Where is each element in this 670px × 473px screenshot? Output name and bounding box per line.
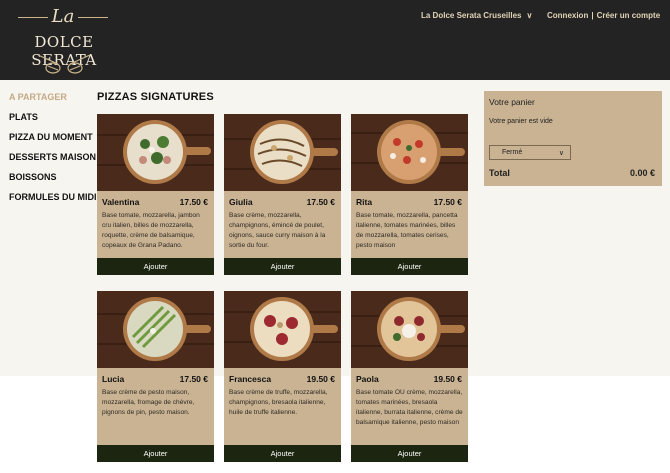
product-price: 17.50 € bbox=[433, 197, 462, 207]
sidebar-item-desserts[interactable]: DESSERTS MAISON bbox=[9, 152, 97, 163]
product-description: Base crème de pesto maison, mozzarella, … bbox=[102, 389, 195, 416]
product-price: 19.50 € bbox=[306, 374, 335, 384]
store-status-select[interactable]: Fermé ∨ bbox=[489, 145, 571, 160]
product-photo bbox=[224, 114, 341, 191]
total-value: 0.00 € bbox=[629, 168, 655, 178]
sidebar-item-pizza-du-moment[interactable]: PIZZA DU MOMENT bbox=[9, 132, 97, 143]
total-label: Total bbox=[489, 168, 510, 178]
logo-lines bbox=[18, 17, 108, 19]
product-card: Lucia 17.50 € Base crème de pesto maison… bbox=[97, 291, 214, 462]
pizza-peel-icon bbox=[37, 54, 91, 74]
account-links: Connexion | Créer un compte bbox=[547, 11, 660, 20]
sidebar-item-formules[interactable]: FORMULES DU MIDI bbox=[9, 192, 97, 203]
product-photo bbox=[224, 291, 341, 368]
product-name: Rita bbox=[356, 197, 373, 207]
add-button[interactable]: Ajouter bbox=[351, 258, 468, 275]
sidebar-item-plats[interactable]: PLATS bbox=[9, 112, 97, 123]
site-header: La DOLCE SERATA La Dolce Serata Cruseill… bbox=[0, 0, 670, 80]
product-description: Base tomate, mozzarella, jambon cru ital… bbox=[102, 212, 200, 249]
product-card: Valentina 17.50 € Base tomate, mozzarell… bbox=[97, 114, 214, 275]
product-price: 17.50 € bbox=[179, 374, 208, 384]
product-price: 17.50 € bbox=[306, 197, 335, 207]
add-button[interactable]: Ajouter bbox=[224, 445, 341, 462]
product-card: Giulia 17.50 € Base crème, mozzarella, c… bbox=[224, 114, 341, 275]
product-card: Paola 19.50 € Base tomate OU crème, mozz… bbox=[351, 291, 468, 462]
cart-empty-message: Votre panier est vide bbox=[489, 118, 553, 125]
product-name: Lucia bbox=[102, 374, 125, 384]
product-name: Giulia bbox=[229, 197, 253, 207]
add-button[interactable]: Ajouter bbox=[97, 445, 214, 462]
product-photo bbox=[97, 114, 214, 191]
store-label: La Dolce Serata Cruseilles bbox=[421, 11, 522, 20]
chevron-down-icon: ∨ bbox=[526, 11, 533, 20]
sidebar-item-boissons[interactable]: BOISSONS bbox=[9, 172, 97, 183]
product-card: Rita 17.50 € Base tomate, mozzarella, pa… bbox=[351, 114, 468, 275]
product-photo bbox=[97, 291, 214, 368]
product-name: Valentina bbox=[102, 197, 140, 207]
cart-title: Votre panier bbox=[489, 97, 535, 107]
product-description: Base tomate, mozzarella, pancetta italie… bbox=[356, 212, 458, 249]
store-selector[interactable]: La Dolce Serata Cruseilles ∨ bbox=[421, 11, 532, 20]
product-photo bbox=[351, 291, 468, 368]
section-title: PIZZAS SIGNATURES bbox=[97, 91, 214, 103]
product-card: Francesca 19.50 € Base crème de truffe, … bbox=[224, 291, 341, 462]
cart-panel: Votre panier Votre panier est vide Fermé… bbox=[484, 91, 662, 186]
add-button[interactable]: Ajouter bbox=[224, 258, 341, 275]
product-name: Paola bbox=[356, 374, 379, 384]
product-price: 17.50 € bbox=[179, 197, 208, 207]
account-separator: | bbox=[591, 11, 594, 20]
product-description: Base tomate OU crème, mozzarella, tomate… bbox=[356, 389, 463, 426]
login-link[interactable]: Connexion bbox=[547, 11, 588, 20]
product-photo bbox=[351, 114, 468, 191]
logo[interactable]: La DOLCE SERATA bbox=[8, 6, 120, 74]
chevron-down-icon: ∨ bbox=[558, 150, 564, 157]
category-sidebar: A PARTAGER PLATS PIZZA DU MOMENT DESSERT… bbox=[9, 92, 97, 212]
add-button[interactable]: Ajouter bbox=[351, 445, 468, 462]
signup-link[interactable]: Créer un compte bbox=[597, 11, 661, 20]
select-value: Fermé bbox=[502, 149, 523, 156]
add-button[interactable]: Ajouter bbox=[97, 258, 214, 275]
product-name: Francesca bbox=[229, 374, 272, 384]
sidebar-item-a-partager[interactable]: A PARTAGER bbox=[9, 92, 97, 103]
product-description: Base crème, mozzarella, champignons, émi… bbox=[229, 212, 326, 249]
product-description: Base crème de truffe, mozzarella, champi… bbox=[229, 389, 328, 416]
product-price: 19.50 € bbox=[433, 374, 462, 384]
